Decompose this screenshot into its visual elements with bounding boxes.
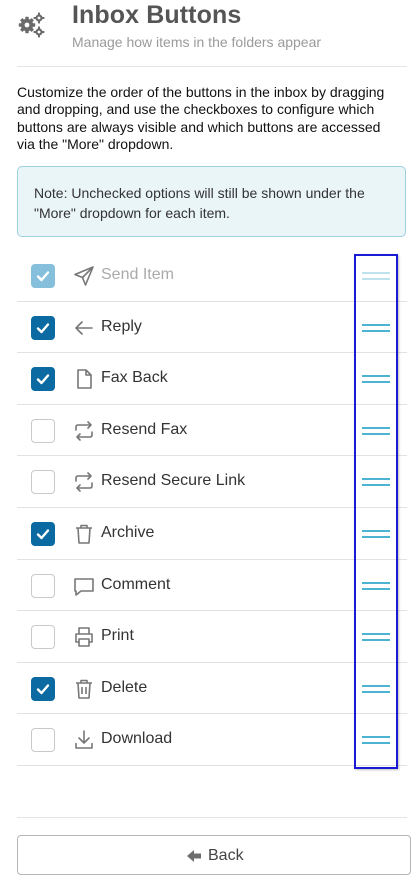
list-item: Download	[17, 714, 407, 766]
visibility-checkbox[interactable]	[31, 521, 55, 546]
page-title: Inbox Buttons	[72, 1, 242, 29]
list-item: Send Item	[17, 250, 407, 302]
checkmark-icon	[36, 374, 50, 385]
list-item: Resend Fax	[17, 405, 407, 457]
drag-handle-icon[interactable]	[362, 529, 390, 540]
drag-handle-icon[interactable]	[362, 684, 390, 695]
checkmark-icon	[36, 322, 50, 333]
visibility-checkbox	[31, 264, 55, 288]
drag-handle-icon[interactable]	[362, 323, 390, 334]
drag-handle-icon[interactable]	[362, 375, 390, 385]
button-label: Print	[101, 627, 134, 645]
visibility-checkbox[interactable]	[31, 367, 55, 392]
download-icon	[72, 728, 96, 752]
button-label: Comment	[101, 575, 171, 593]
page-header: Inbox Buttons Manage how items in the fo…	[0, 0, 418, 66]
checkmark-icon	[36, 271, 50, 282]
visibility-checkbox[interactable]	[31, 418, 55, 443]
header-divider	[17, 66, 407, 67]
arrow-left-icon	[72, 316, 96, 340]
footer-divider	[17, 817, 407, 818]
button-label: Download	[101, 730, 173, 748]
visibility-checkbox[interactable]	[31, 728, 55, 753]
visibility-checkbox[interactable]	[31, 625, 55, 650]
printer-icon	[72, 625, 96, 649]
list-item: Archive	[17, 508, 407, 560]
button-label: Fax Back	[101, 369, 168, 387]
repeat-icon	[72, 419, 96, 443]
list-item: Delete	[17, 663, 407, 715]
repeat-icon	[72, 470, 96, 494]
comment-icon	[72, 574, 96, 598]
drag-handle-icon[interactable]	[362, 633, 390, 643]
info-note: Note: Unchecked options will still be sh…	[17, 166, 406, 237]
button-label: Resend Fax	[101, 420, 188, 438]
trash-can-icon	[72, 677, 96, 701]
back-button[interactable]: Back	[17, 835, 411, 875]
document-icon	[72, 367, 96, 391]
button-label: Archive	[101, 523, 155, 541]
checkmark-icon	[36, 529, 50, 540]
arrow-left-icon	[186, 848, 202, 864]
list-item: Fax Back	[17, 353, 407, 405]
visibility-checkbox[interactable]	[31, 315, 55, 340]
send-icon	[72, 264, 96, 288]
drag-handle-icon[interactable]	[362, 426, 390, 437]
list-item: Comment	[17, 560, 407, 612]
visibility-checkbox[interactable]	[31, 470, 55, 495]
visibility-checkbox[interactable]	[31, 676, 55, 701]
visibility-checkbox[interactable]	[31, 573, 55, 598]
checkmark-icon	[36, 684, 50, 694]
drag-handle-icon[interactable]	[362, 581, 390, 592]
drag-handle-icon[interactable]	[362, 736, 390, 746]
button-label: Send Item	[101, 266, 174, 283]
back-button-label: Back	[208, 847, 244, 864]
inbox-buttons-list: Send Item Reply Fax Back Resend Fax Resend S…	[17, 250, 407, 766]
list-item: Resend Secure Link	[17, 456, 407, 508]
instructions-text: Customize the order of the buttons in th…	[17, 84, 385, 152]
list-item: Print	[17, 611, 407, 663]
gears-icon	[17, 9, 47, 39]
list-item: Reply	[17, 302, 407, 354]
drag-handle-icon[interactable]	[362, 272, 390, 282]
button-label: Reply	[101, 317, 142, 335]
trash-icon	[72, 522, 96, 546]
button-label: Resend Secure Link	[101, 472, 246, 490]
drag-handle-icon[interactable]	[362, 478, 390, 488]
button-label: Delete	[101, 678, 148, 696]
page-subtitle: Manage how items in the folders appear	[72, 34, 322, 50]
info-note-text: Note: Unchecked options will still be sh…	[34, 185, 365, 221]
